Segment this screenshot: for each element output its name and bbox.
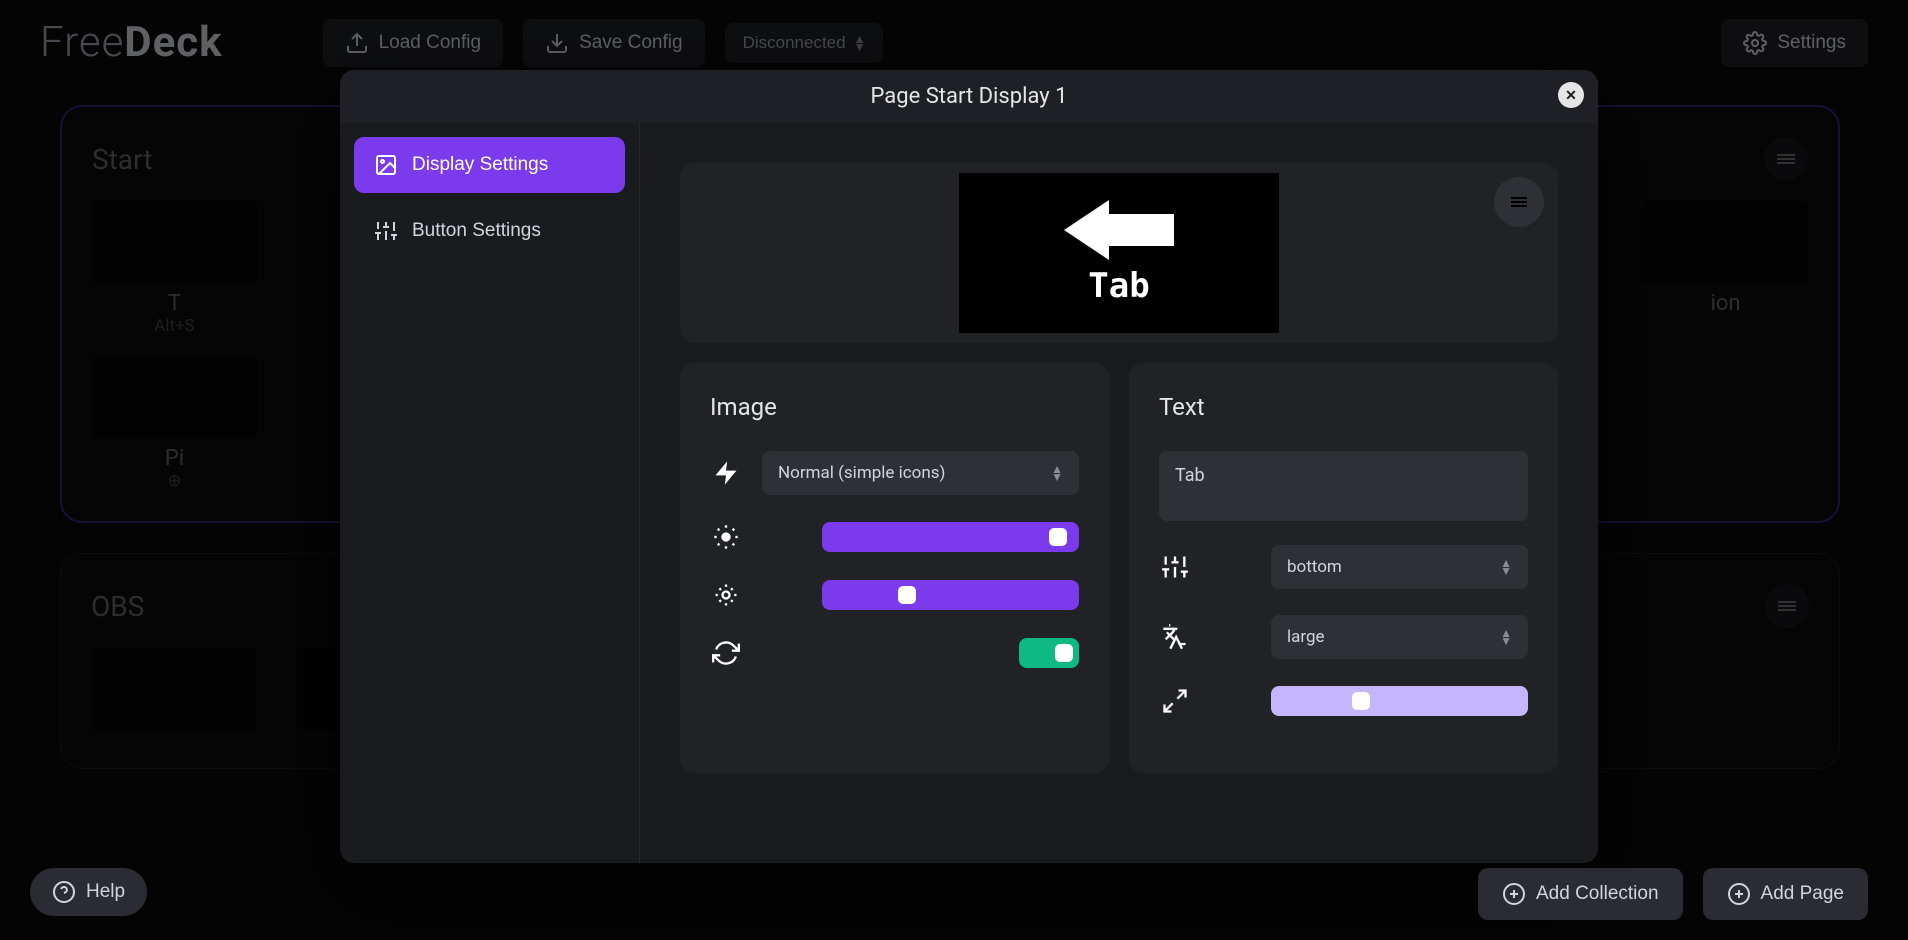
text-size-select[interactable]: large ▲▼ bbox=[1271, 615, 1528, 659]
bottom-actions: Add Collection Add Page bbox=[1478, 868, 1868, 920]
image-icon bbox=[374, 153, 398, 177]
chevron-updown-icon: ▲▼ bbox=[1051, 465, 1063, 481]
refresh-icon bbox=[710, 637, 742, 669]
chevron-updown-icon: ▲▼ bbox=[1500, 559, 1512, 575]
help-button[interactable]: Help bbox=[30, 868, 147, 916]
contrast-icon bbox=[710, 579, 742, 611]
sliders-icon bbox=[374, 219, 398, 243]
text-position-select[interactable]: bottom ▲▼ bbox=[1271, 545, 1528, 589]
translate-icon bbox=[1159, 621, 1191, 653]
modal-main: Tab Image Normal (simple icons) bbox=[640, 123, 1598, 863]
menu-icon bbox=[1507, 190, 1531, 214]
close-button[interactable]: ✕ bbox=[1558, 82, 1584, 108]
text-input[interactable]: Tab bbox=[1159, 451, 1528, 521]
lightning-icon bbox=[710, 457, 742, 489]
image-settings-card: Image Normal (simple icons) ▲▼ bbox=[680, 363, 1109, 773]
expand-icon bbox=[1159, 685, 1191, 717]
preview-text: Tab bbox=[1088, 266, 1149, 306]
brightness-icon bbox=[710, 521, 742, 553]
arrow-left-icon bbox=[1064, 200, 1174, 260]
card-title: Image bbox=[710, 393, 1079, 421]
sliders-icon bbox=[1159, 551, 1191, 583]
card-title: Text bbox=[1159, 393, 1528, 421]
tab-display-settings[interactable]: Display Settings bbox=[354, 137, 625, 193]
add-collection-button[interactable]: Add Collection bbox=[1478, 868, 1683, 920]
text-settings-card: Text Tab bottom ▲▼ bbox=[1129, 363, 1558, 773]
chevron-updown-icon: ▲▼ bbox=[1500, 629, 1512, 645]
modal-title: Page Start Display 1 bbox=[871, 84, 1068, 109]
display-settings-modal: Page Start Display 1 ✕ Display Settings … bbox=[340, 70, 1598, 863]
help-icon bbox=[52, 880, 76, 904]
preview-canvas: Tab bbox=[959, 173, 1279, 333]
modal-sidebar: Display Settings Button Settings bbox=[340, 123, 640, 863]
modal-header: Page Start Display 1 ✕ bbox=[340, 70, 1598, 123]
display-preview: Tab bbox=[680, 163, 1558, 343]
tab-button-settings[interactable]: Button Settings bbox=[354, 203, 625, 259]
brightness-slider[interactable] bbox=[822, 522, 1079, 552]
close-icon: ✕ bbox=[1565, 87, 1577, 104]
plus-circle-icon bbox=[1727, 882, 1751, 906]
invert-toggle[interactable] bbox=[1019, 638, 1079, 668]
preview-menu-button[interactable] bbox=[1494, 177, 1544, 227]
text-scale-slider[interactable] bbox=[1271, 686, 1528, 716]
image-mode-select[interactable]: Normal (simple icons) ▲▼ bbox=[762, 451, 1079, 495]
plus-circle-icon bbox=[1502, 882, 1526, 906]
add-page-button[interactable]: Add Page bbox=[1703, 868, 1868, 920]
contrast-slider[interactable] bbox=[822, 580, 1079, 610]
